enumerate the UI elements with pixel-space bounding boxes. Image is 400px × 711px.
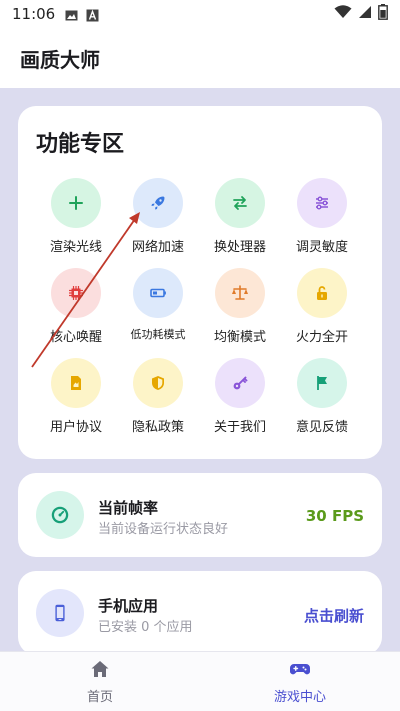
- signal-icon: [358, 5, 372, 23]
- feature-privacy-policy[interactable]: 隐私政策: [118, 358, 198, 450]
- feature-label: 核心唤醒: [49, 330, 102, 345]
- feature-label: 调灵敏度: [295, 240, 348, 255]
- font-notification-icon: [86, 8, 99, 21]
- fps-title: 当前帧率: [98, 499, 159, 517]
- phone-icon: [55, 604, 65, 622]
- nav-game-center[interactable]: 游戏中心: [240, 658, 360, 705]
- feature-full-power[interactable]: 火力全开: [282, 268, 362, 360]
- feature-label: 火力全开: [295, 330, 348, 345]
- image-notification-icon: [65, 8, 78, 21]
- refresh-button[interactable]: 点击刷新: [304, 605, 364, 626]
- feature-switch-processor[interactable]: 换处理器: [200, 178, 280, 270]
- feature-icon-circle: [297, 268, 347, 318]
- feature-label: 均衡模式: [213, 330, 266, 345]
- feature-about-us[interactable]: 关于我们: [200, 358, 280, 450]
- sliders-icon: [316, 196, 328, 210]
- fps-card[interactable]: 当前帧率 当前设备运行状态良好 30 FPS: [18, 473, 382, 557]
- speedometer-icon: [51, 506, 69, 524]
- feature-network-boost[interactable]: 网络加速: [118, 178, 198, 270]
- feature-icon-circle: [215, 268, 265, 318]
- feature-icon-circle: [215, 358, 265, 408]
- feature-icon-circle: [133, 268, 183, 318]
- feature-icon-circle: [51, 178, 101, 228]
- feature-user-agreement[interactable]: 用户协议: [36, 358, 116, 450]
- flag-icon: [317, 376, 327, 390]
- key-icon: [233, 376, 248, 390]
- feature-label: 渲染光线: [49, 240, 102, 255]
- battery-status-icon: [378, 4, 388, 24]
- gamepad-icon: [289, 664, 311, 675]
- apps-card: 手机应用 已安装 0 个应用 点击刷新: [18, 571, 382, 655]
- feature-icon-circle: [297, 178, 347, 228]
- wifi-icon: [334, 5, 352, 23]
- app-title: 画质大师: [20, 48, 100, 72]
- bottom-nav: 首页 游戏中心: [0, 651, 400, 711]
- fps-icon-circle: [36, 491, 84, 539]
- shield-icon: [152, 376, 164, 390]
- feature-label: 低功耗模式: [130, 328, 186, 341]
- feature-core-wake[interactable]: 核心唤醒: [36, 268, 116, 360]
- feature-sensitivity[interactable]: 调灵敏度: [282, 178, 362, 270]
- feature-icon-circle: [133, 358, 183, 408]
- chip-icon: [69, 286, 83, 300]
- home-icon: [91, 661, 109, 677]
- feature-icon-circle: [51, 268, 101, 318]
- apps-title: 手机应用: [98, 597, 159, 615]
- features-card: 功能专区 渲染光线 网络加速 换处理器 调灵敏度 核心唤醒 低功耗模式 均衡模式…: [18, 106, 382, 459]
- feature-icon-circle: [133, 178, 183, 228]
- features-title: 功能专区: [36, 132, 125, 157]
- fps-subtitle: 当前设备运行状态良好: [98, 522, 229, 537]
- unlock-icon: [317, 286, 327, 300]
- feature-label: 关于我们: [213, 420, 266, 435]
- plus-icon: [69, 196, 83, 210]
- rocket-icon: [151, 196, 165, 210]
- feature-low-power[interactable]: 低功耗模式: [118, 268, 198, 360]
- nav-home-label: 首页: [86, 690, 113, 705]
- swap-arrows-icon: [233, 196, 247, 210]
- feature-balanced[interactable]: 均衡模式: [200, 268, 280, 360]
- battery-icon: [150, 288, 166, 298]
- feature-render-light[interactable]: 渲染光线: [36, 178, 116, 270]
- balance-scale-icon: [232, 285, 248, 300]
- feature-label: 意见反馈: [295, 420, 348, 435]
- feature-icon-circle: [297, 358, 347, 408]
- feature-label: 用户协议: [49, 420, 102, 435]
- feature-label: 隐私政策: [131, 420, 184, 435]
- fps-value: 30 FPS: [305, 507, 364, 525]
- feature-icon-circle: [51, 358, 101, 408]
- apps-subtitle: 已安装 0 个应用: [98, 620, 193, 635]
- nav-game-center-label: 游戏中心: [273, 690, 326, 705]
- feature-label: 换处理器: [213, 240, 266, 255]
- status-time: 11:06: [12, 5, 56, 23]
- apps-icon-circle: [36, 589, 84, 637]
- nav-home[interactable]: 首页: [40, 658, 160, 705]
- feature-feedback[interactable]: 意见反馈: [282, 358, 362, 450]
- document-icon: [71, 376, 81, 390]
- status-bar: 11:06: [0, 0, 400, 28]
- feature-icon-circle: [215, 178, 265, 228]
- feature-label: 网络加速: [131, 240, 184, 255]
